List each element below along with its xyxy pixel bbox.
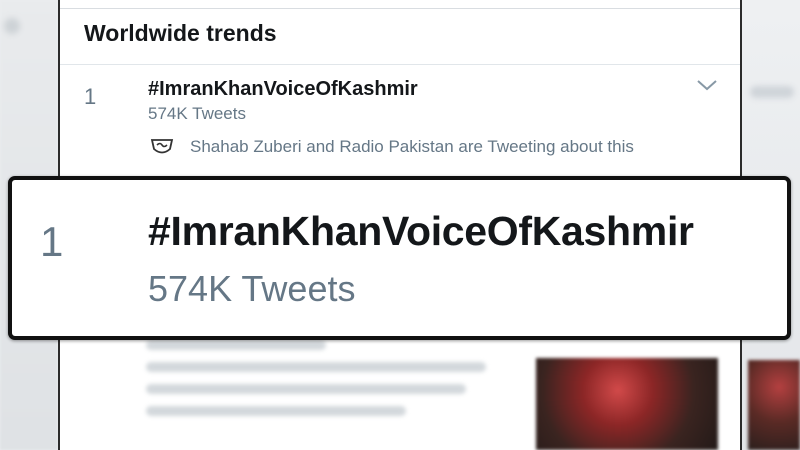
callout-trend-rank: 1 xyxy=(40,218,64,265)
trend-rank: 1 xyxy=(84,84,97,109)
blurred-thumbnail-image xyxy=(748,360,800,450)
trend-tweet-count: 574K Tweets xyxy=(148,104,246,123)
blurred-text xyxy=(750,86,794,98)
blurred-icon xyxy=(4,18,20,34)
zoom-callout: 1 #ImranKhanVoiceOfKashmir 574K Tweets xyxy=(8,176,791,340)
divider xyxy=(60,8,740,9)
blurred-tweet-preview xyxy=(146,340,546,450)
callout-tweet-count: 574K Tweets xyxy=(148,268,356,309)
section-title: Worldwide trends xyxy=(84,20,277,46)
chevron-down-icon[interactable] xyxy=(696,78,718,92)
blurred-thumbnail-image xyxy=(536,358,718,450)
verified-org-badge-icon xyxy=(150,139,174,154)
divider xyxy=(60,64,740,65)
trend-context-text: Shahab Zuberi and Radio Pakistan are Twe… xyxy=(190,137,634,156)
callout-trend-hashtag: #ImranKhanVoiceOfKashmir xyxy=(148,208,694,254)
trend-hashtag[interactable]: #ImranKhanVoiceOfKashmir xyxy=(148,78,418,101)
